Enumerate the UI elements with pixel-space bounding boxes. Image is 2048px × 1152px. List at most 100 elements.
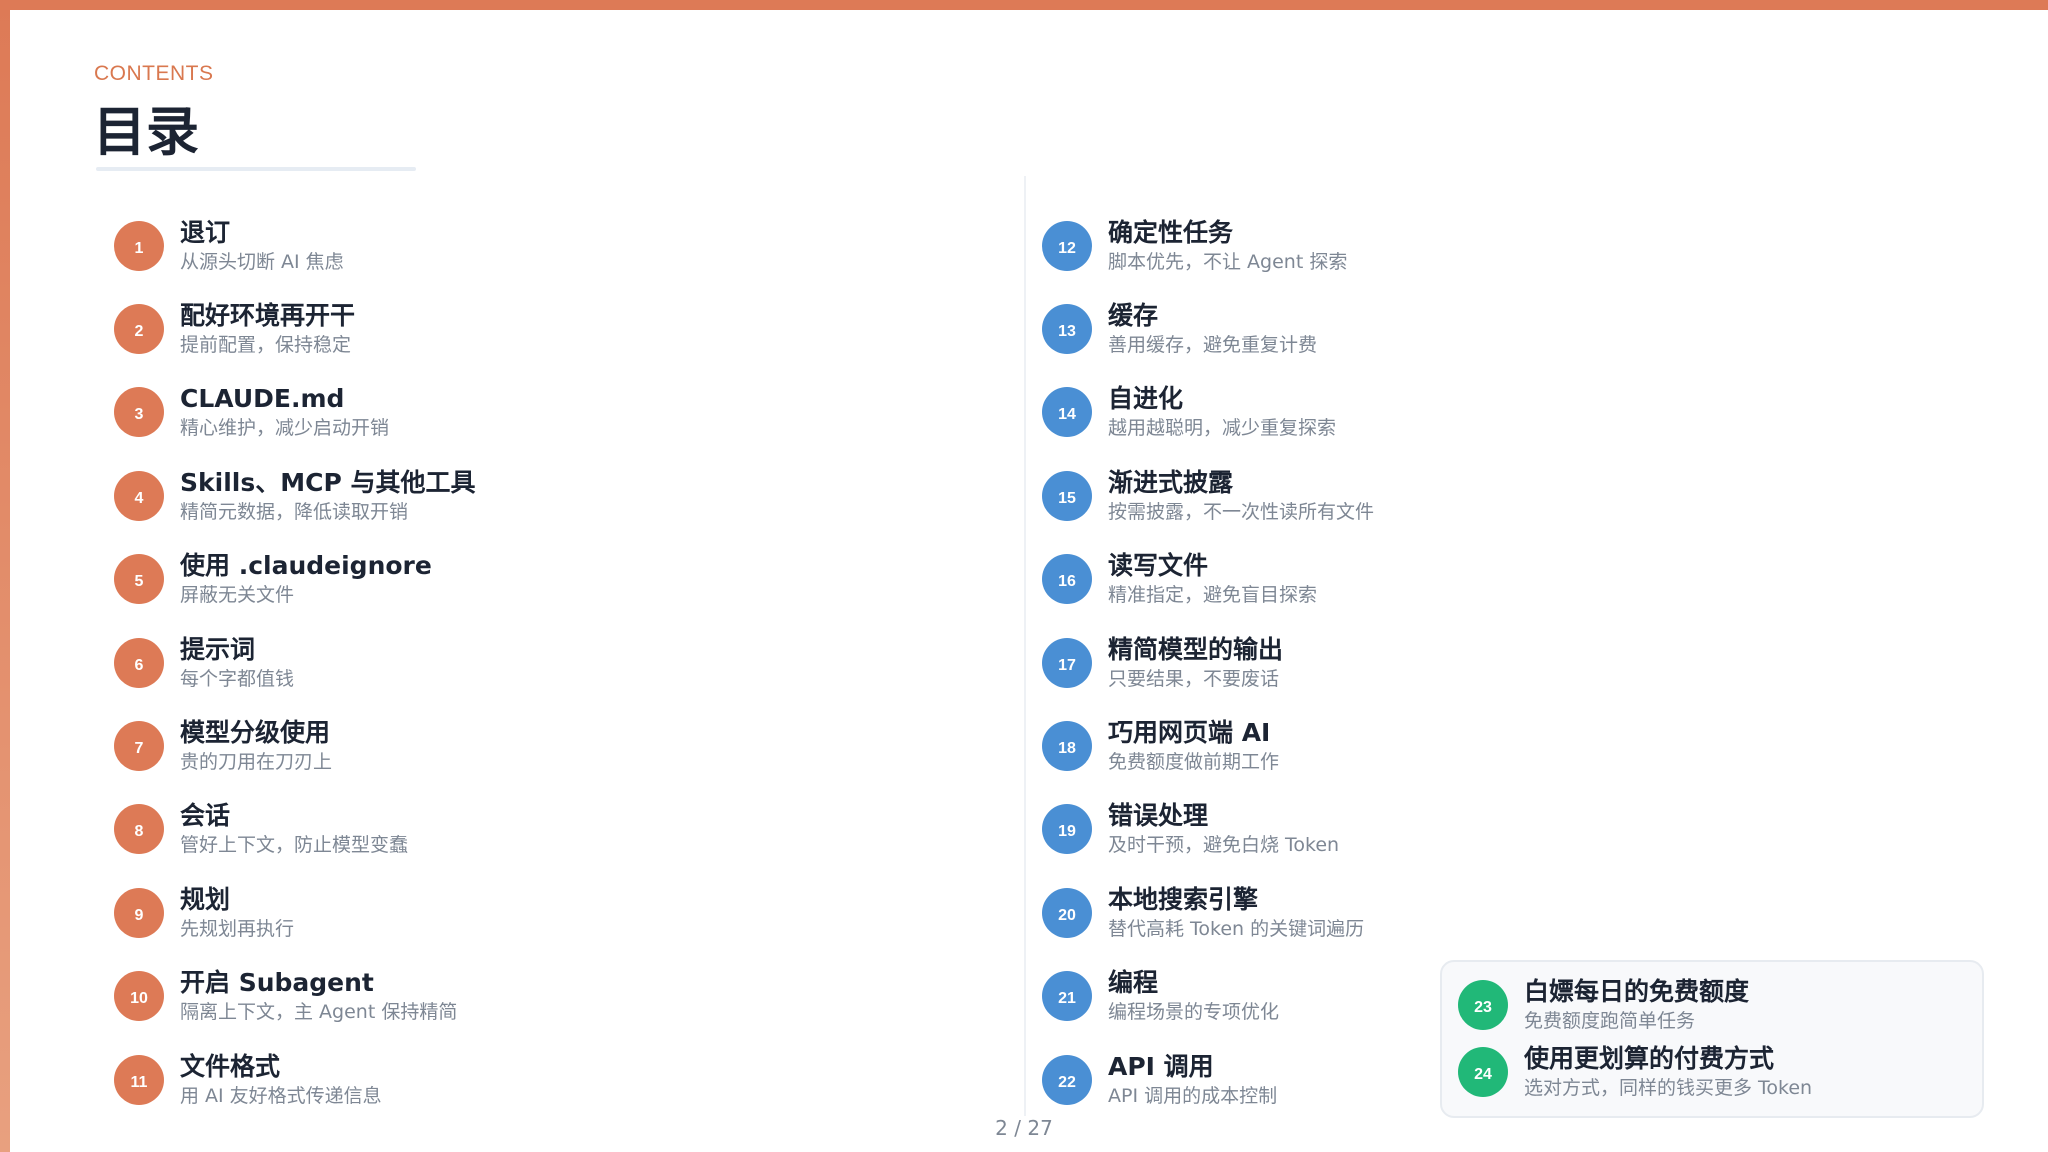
item-title: CLAUDE.md	[180, 384, 345, 414]
item-subtitle: 用 AI 友好格式传递信息	[180, 1084, 382, 1107]
item-title: 缓存	[1108, 301, 1159, 331]
item-title: 文件格式	[180, 1051, 281, 1081]
item-subtitle: 越用越聪明，减少重复探索	[1108, 417, 1337, 440]
item-title: 错误处理	[1108, 801, 1209, 831]
item-subtitle: 每个字都值钱	[180, 667, 295, 690]
top-accent-bar	[0, 0, 2048, 10]
item-text: 使用更划算的付费方式 选对方式，同样的钱买更多 Token	[1524, 1043, 1812, 1101]
item-title: 配好环境再开干	[180, 301, 356, 331]
item-number-badge: 17	[1042, 637, 1092, 688]
toc-item[interactable]: 9 规划先规划再执行	[114, 871, 475, 954]
toc-item[interactable]: 23 白嫖每日的免费额度免费额度跑简单任务	[1458, 971, 1812, 1038]
item-number-badge: 14	[1042, 387, 1092, 438]
toc-item[interactable]: 14 自进化 越用越聪明，减少重复探索	[1042, 371, 1374, 454]
toc-item[interactable]: 13 缓存善用缓存，避免重复计费	[1042, 287, 1374, 370]
item-text: 巧用网页端 AI 免费额度做前期工作	[1108, 717, 1279, 775]
toc-item[interactable]: 4 Skills、MCP 与其他工具 精简元数据，降低读取开销	[114, 454, 475, 537]
item-text: 精简模型的输出只要结果，不要废话	[1108, 634, 1283, 692]
toc-item[interactable]: 22 API 调用 API 调用的成本控制	[1042, 1038, 1374, 1121]
item-text: 本地搜索引擎 替代高耗 Token 的关键词遍历	[1108, 884, 1364, 942]
toc-item[interactable]: 7 模型分级使用贵的刀用在刀刃上	[114, 704, 475, 787]
item-text: 提示词 每个字都值钱	[180, 634, 294, 692]
item-text: 读写文件 精准指定，避免盲目探索	[1108, 550, 1317, 608]
item-number-badge: 11	[114, 1054, 164, 1105]
item-subtitle: 贵的刀用在刀刃上	[180, 751, 333, 774]
item-number-badge: 19	[1042, 804, 1092, 855]
toc-item[interactable]: 12 确定性任务 脚本优先，不让 Agent 探索	[1042, 204, 1374, 287]
item-title: 巧用网页端 AI	[1108, 718, 1271, 748]
item-title: 开启 Subagent	[180, 968, 374, 998]
item-title: 白嫖每日的免费额度	[1524, 976, 1750, 1006]
toc-item[interactable]: 11 文件格式用 AI 友好格式传递信息	[114, 1038, 475, 1121]
item-number-badge: 20	[1042, 887, 1092, 938]
item-subtitle: 隔离上下文，主 Agent 保持精简	[180, 1001, 458, 1024]
item-number-badge: 15	[1042, 470, 1092, 521]
item-number-badge: 9	[114, 887, 164, 938]
toc-item[interactable]: 1 退订 从源头切断 AI 焦虑	[114, 204, 475, 287]
item-subtitle: 编程场景的专项优化	[1108, 1001, 1280, 1024]
item-subtitle: 先规划再执行	[180, 917, 295, 940]
item-title: 精简模型的输出	[1108, 634, 1284, 664]
item-text: 自进化 越用越聪明，减少重复探索	[1108, 383, 1336, 441]
item-text: 模型分级使用贵的刀用在刀刃上	[180, 717, 332, 775]
item-text: 缓存善用缓存，避免重复计费	[1108, 300, 1317, 358]
toc-item[interactable]: 21 编程编程场景的专项优化	[1042, 955, 1374, 1038]
item-title: 退订	[180, 217, 231, 247]
toc-item[interactable]: 24 使用更划算的付费方式 选对方式，同样的钱买更多 Token	[1458, 1038, 1812, 1105]
item-number-badge: 13	[1042, 304, 1092, 355]
toc-item[interactable]: 18 巧用网页端 AI 免费额度做前期工作	[1042, 704, 1374, 787]
item-subtitle: 按需披露，不一次性读所有文件	[1108, 500, 1375, 523]
page-indicator: 2 / 27	[995, 1116, 1053, 1140]
item-subtitle: 屏蔽无关文件	[180, 584, 295, 607]
toc-item[interactable]: 15 渐进式披露按需披露，不一次性读所有文件	[1042, 454, 1374, 537]
item-number-badge: 7	[114, 721, 164, 772]
item-subtitle: 只要结果，不要废话	[1108, 667, 1280, 690]
item-text: 开启 Subagent 隔离上下文，主 Agent 保持精简	[180, 967, 457, 1025]
left-accent-bar	[0, 0, 10, 1152]
item-title: 提示词	[180, 634, 256, 664]
page-title: 目录	[93, 102, 199, 163]
item-subtitle: 及时干预，避免白烧 Token	[1108, 834, 1340, 857]
item-text: 确定性任务 脚本优先，不让 Agent 探索	[1108, 217, 1347, 275]
item-title: 模型分级使用	[180, 718, 331, 748]
item-number-badge: 22	[1042, 1054, 1092, 1105]
item-number-badge: 8	[114, 804, 164, 855]
toc-item[interactable]: 8 会话 管好上下文，防止模型变蠢	[114, 788, 475, 871]
item-text: 会话 管好上下文，防止模型变蠢	[180, 800, 408, 858]
item-text: CLAUDE.md 精心维护，减少启动开销	[180, 383, 389, 441]
item-subtitle: 免费额度做前期工作	[1108, 751, 1280, 774]
item-number-badge: 6	[114, 637, 164, 688]
item-title: 规划	[180, 884, 231, 914]
item-number-badge: 23	[1458, 979, 1508, 1030]
toc-item[interactable]: 5 使用 .claudeignore 屏蔽无关文件	[114, 538, 475, 621]
item-number-badge: 1	[114, 220, 164, 271]
item-subtitle: 精心维护，减少启动开销	[180, 417, 390, 440]
item-number-badge: 4	[114, 470, 164, 521]
toc-item[interactable]: 16 读写文件 精准指定，避免盲目探索	[1042, 538, 1374, 621]
item-title: 渐进式披露	[1108, 467, 1234, 497]
item-text: 文件格式用 AI 友好格式传递信息	[180, 1051, 382, 1109]
toc-item[interactable]: 10 开启 Subagent 隔离上下文，主 Agent 保持精简	[114, 955, 475, 1038]
toc-item[interactable]: 20 本地搜索引擎 替代高耗 Token 的关键词遍历	[1042, 871, 1374, 954]
item-number-badge: 21	[1042, 971, 1092, 1022]
toc-item[interactable]: 3 CLAUDE.md 精心维护，减少启动开销	[114, 371, 475, 454]
item-subtitle: 善用缓存，避免重复计费	[1108, 334, 1318, 357]
toc-item[interactable]: 6 提示词每个字都值钱	[114, 621, 475, 704]
item-number-badge: 24	[1458, 1046, 1508, 1097]
item-title: 编程	[1108, 968, 1159, 998]
item-number-badge: 5	[114, 554, 164, 605]
item-text: 配好环境再开干 提前配置，保持稳定	[180, 300, 355, 358]
toc-item[interactable]: 19 错误处理及时干预，避免白烧 Token	[1042, 788, 1374, 871]
title-underline	[96, 167, 416, 171]
toc-item[interactable]: 17 精简模型的输出只要结果，不要废话	[1042, 621, 1374, 704]
item-title: 使用更划算的付费方式	[1524, 1043, 1775, 1073]
item-number-badge: 18	[1042, 721, 1092, 772]
item-number-badge: 3	[114, 387, 164, 438]
item-subtitle: API 调用的成本控制	[1108, 1084, 1278, 1107]
toc-item[interactable]: 2 配好环境再开干 提前配置，保持稳定	[114, 287, 475, 370]
item-title: 会话	[180, 801, 231, 831]
item-subtitle: 脚本优先，不让 Agent 探索	[1108, 250, 1348, 273]
item-text: 渐进式披露按需披露，不一次性读所有文件	[1108, 467, 1374, 525]
item-text: API 调用 API 调用的成本控制	[1108, 1051, 1277, 1109]
item-subtitle: 免费额度跑简单任务	[1524, 1009, 1696, 1032]
